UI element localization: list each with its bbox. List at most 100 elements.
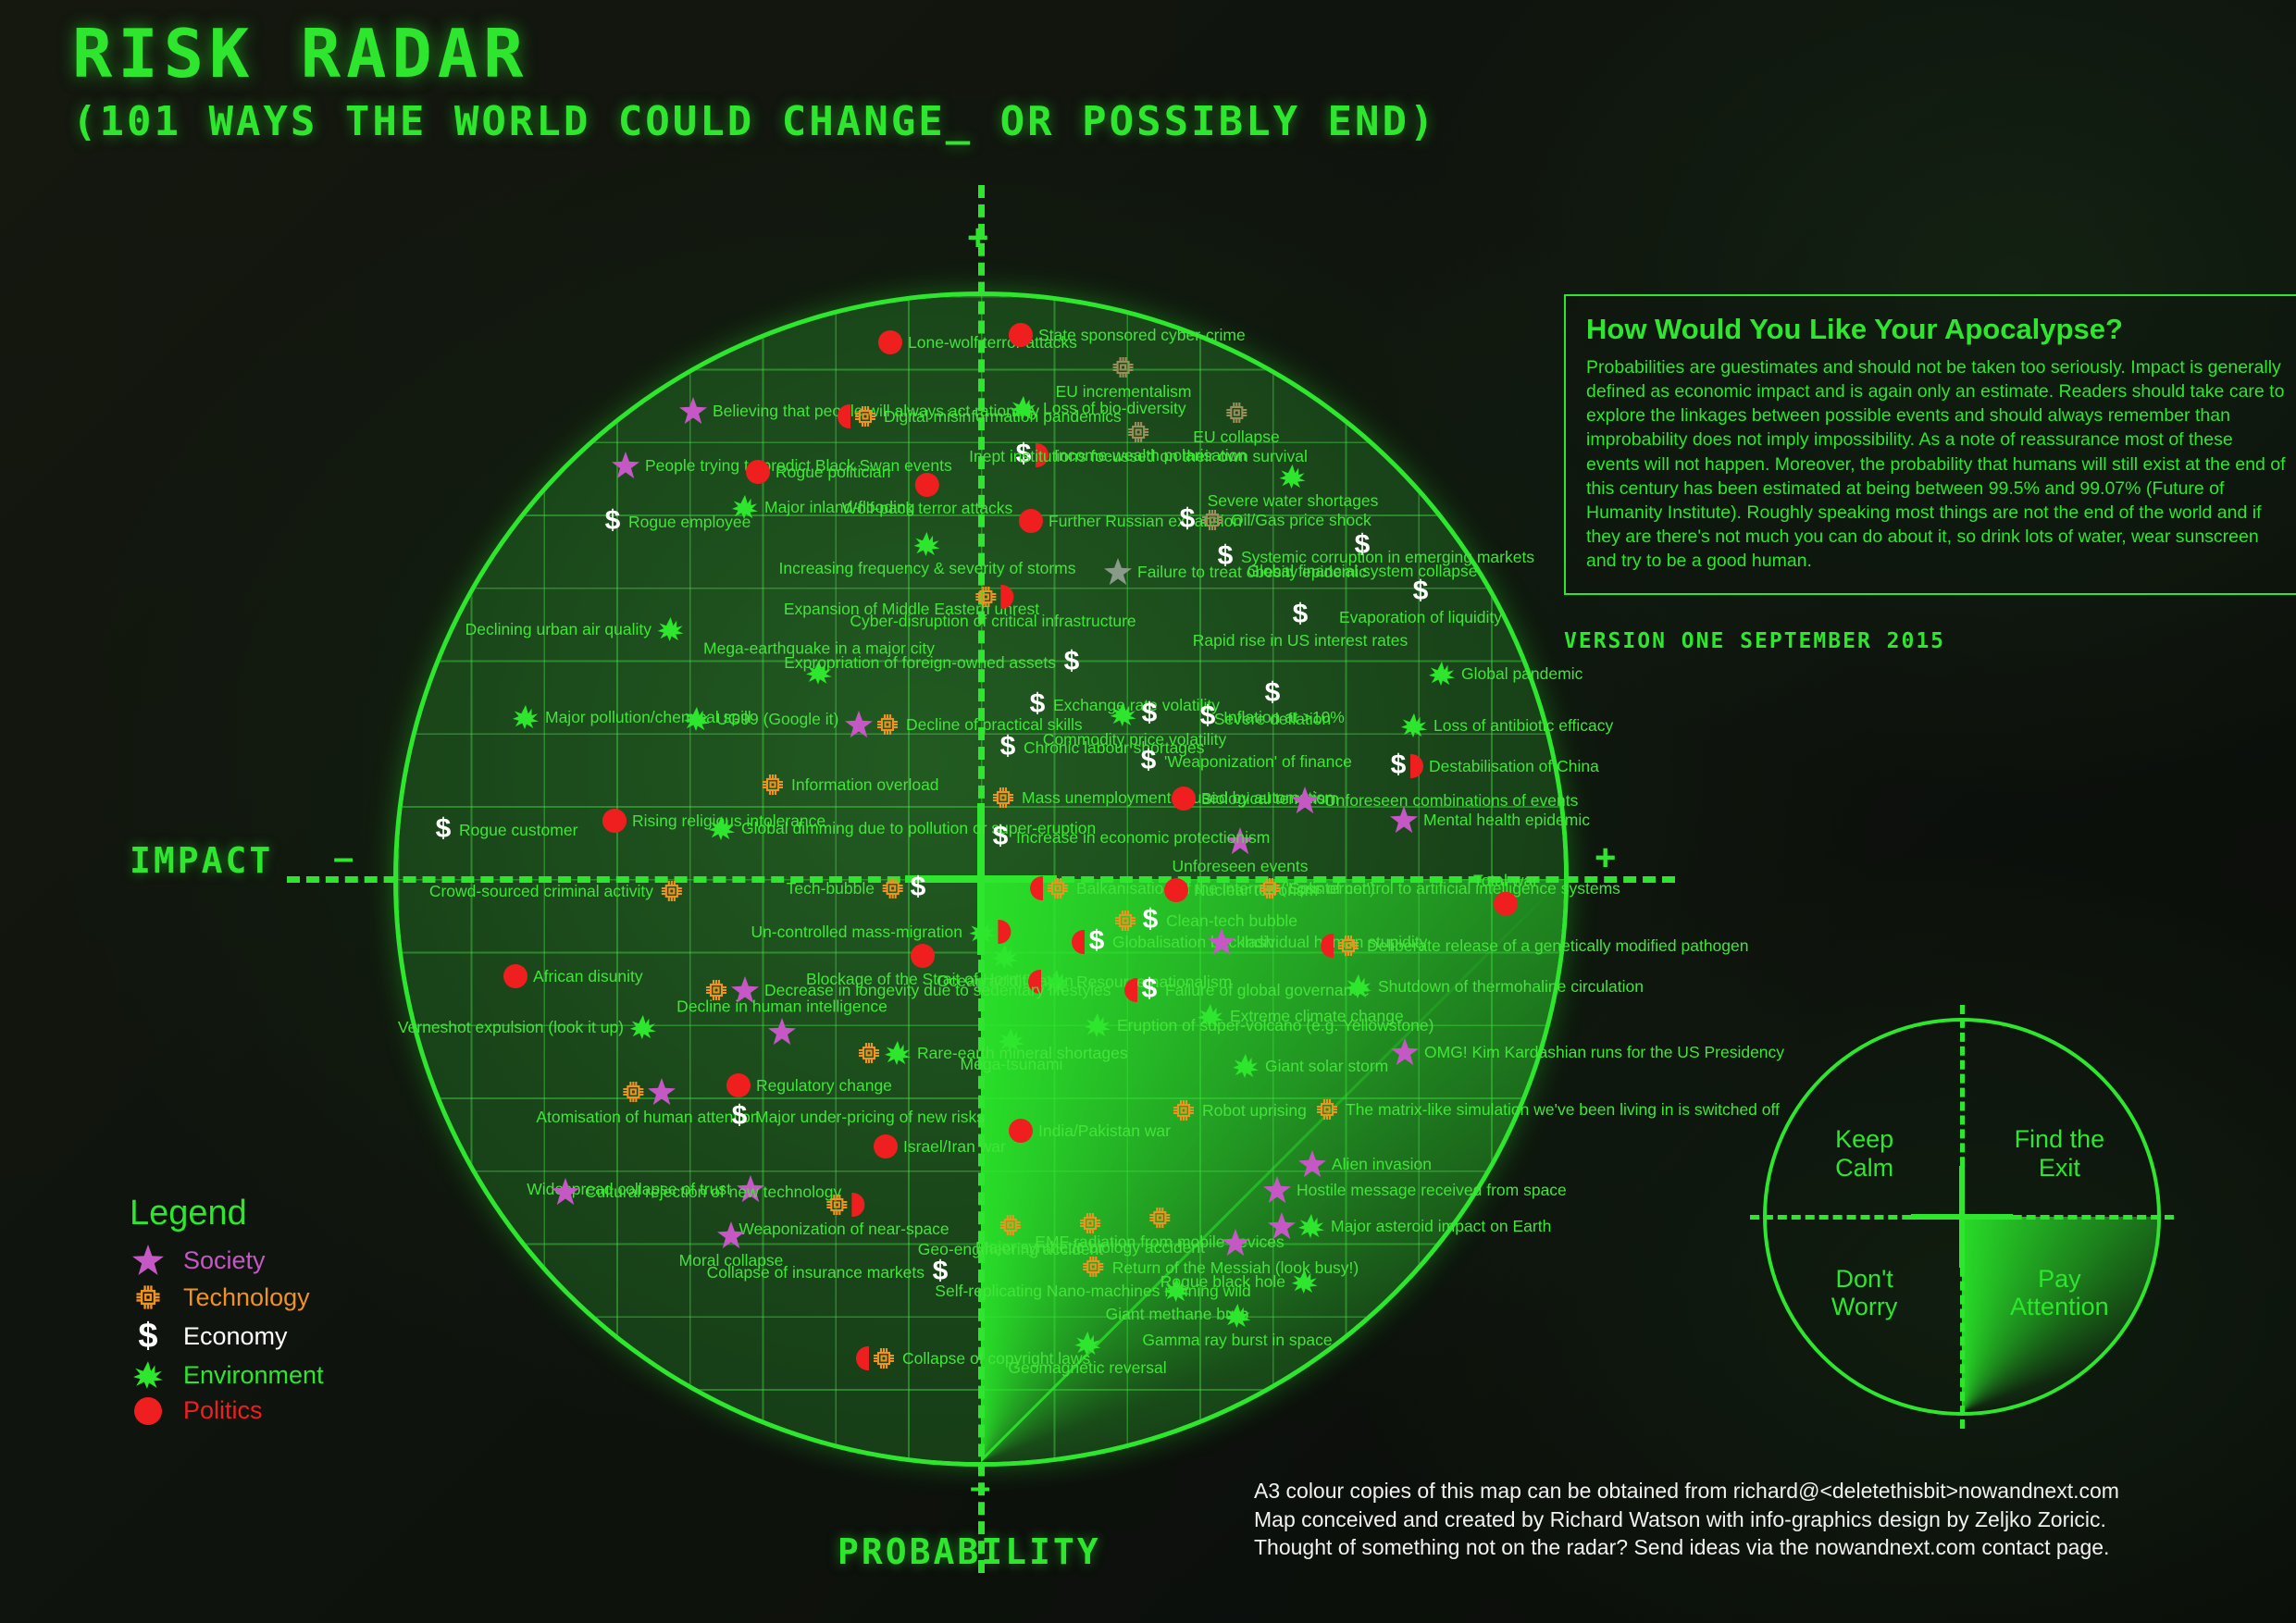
risk-node-marker (878, 330, 902, 354)
risk-node: Increasing frequency & severity of storm… (778, 531, 1076, 577)
legend-item-label: Politics (183, 1396, 263, 1424)
page-title: RISK RADAR (72, 15, 529, 93)
risk-node-label: Loss of bio-diversity (1043, 398, 1186, 417)
risk-node-marker (1172, 787, 1196, 811)
risk-node: Regulatory change (726, 1073, 892, 1097)
risk-node-marker: $ (1063, 646, 1080, 676)
risk-node-marker (1400, 712, 1428, 738)
risk-node-marker (1391, 1038, 1419, 1066)
risk-node: Loss of control to artificial intelligen… (1257, 875, 1620, 901)
risk-node-label: Expropriation of foreign-owned assets (784, 652, 1056, 672)
risk-node: State sponsored cyber-crime (1009, 323, 1246, 347)
credits-line-2: Map conceived and created by Richard Wat… (1254, 1506, 2106, 1531)
risk-node-label: Atomisation of human attention (536, 1108, 760, 1126)
risk-node-marker: $ (1199, 700, 1216, 731)
risk-node-label: Oil/Gas price shock (1231, 510, 1371, 529)
risk-node: Verneshot expulsion (look it up) (398, 1014, 657, 1040)
risk-node-label: The matrix-like simulation we've been li… (1346, 1099, 1780, 1119)
risk-node-marker (726, 1073, 751, 1097)
risk-node-marker (1084, 1012, 1111, 1038)
risk-node-marker (1171, 1097, 1197, 1123)
risk-node-label: UG99 (Google it) (716, 709, 839, 728)
credits-line-1: A3 colour copies of this map can be obta… (1254, 1479, 2119, 1503)
risk-node-marker (1291, 1269, 1319, 1295)
impact-axis-label: IMPACT (130, 840, 274, 881)
probability-minus-sign: – (970, 1467, 991, 1507)
risk-node: $ Destabilisation of China (1388, 751, 1599, 780)
risk-node-marker (824, 1192, 864, 1218)
risk-node: $ Inflation at >10% (1198, 700, 1345, 731)
risk-node-label: Failure of global governance (1165, 980, 1370, 999)
risk-node: Loss of antibiotic efficacy (1400, 712, 1613, 738)
page-subtitle: (101 WAYS THE WORLD COULD CHANGE_ OR POS… (72, 98, 1437, 145)
risk-node-label: Alien invasion (1332, 1154, 1432, 1173)
risk-node: Loss of bio-diversity (1010, 395, 1186, 421)
risk-node-marker: $ (1110, 700, 1160, 728)
risk-node-marker (1298, 1150, 1326, 1178)
risk-node-label: Loss of antibiotic efficacy (1433, 715, 1614, 735)
risk-node: $ Expropriation of foreign-owned assets (784, 646, 1082, 676)
risk-node-label: Israel/Iran war (903, 1136, 1006, 1156)
legend-item-label: Society (183, 1245, 266, 1274)
legend: Legend Society Technology $ Economy Environ… (130, 1194, 324, 1431)
version-label: VERSION ONE SEPTEMBER 2015 (1564, 629, 1946, 653)
risk-node: Crowd-sourced criminal activity (429, 878, 685, 904)
risk-node: $ Major under-pricing of new risks (729, 1102, 985, 1131)
risk-node-marker: $ (604, 505, 621, 536)
risk-node: Information overload (760, 772, 939, 798)
risk-node-marker (657, 616, 685, 642)
risk-node: $ Evaporation of liquidity (1339, 577, 1502, 627)
risk-node: African disunity (503, 964, 643, 988)
risk-node-label: Declining urban air quality (465, 619, 652, 638)
risk-node-label: Rare-earth mineral shortages (917, 1043, 1128, 1062)
risk-node-marker (512, 704, 540, 730)
risk-node-marker (731, 494, 759, 520)
impact-plus-sign: + (1595, 837, 1617, 878)
risk-node: $ 'Weaponization' of finance (1138, 747, 1352, 775)
risk-node-label: India/Pakistan war (1038, 1121, 1171, 1140)
risk-node-marker (910, 944, 935, 968)
risk-node: Cyber-disruption of critical infrastruct… (850, 584, 1136, 630)
risk-node-label: Destabilisation of China (1429, 756, 1599, 775)
risk-node-label: Rogue customer (459, 820, 578, 839)
risk-node-marker (1494, 892, 1518, 916)
risk-node-marker (552, 1178, 579, 1206)
risk-node-marker (838, 403, 878, 429)
risk-node-label: Verneshot expulsion (look it up) (397, 1017, 624, 1036)
risk-node: Geo-engineering accident (918, 1212, 1103, 1258)
risk-node-marker (1009, 323, 1033, 347)
risk-node: $ Tech-bubble (787, 873, 928, 902)
risk-node-label: Collapse of copyright laws (902, 1348, 1091, 1368)
risk-node: Rare-earth mineral shortages (856, 1040, 1128, 1066)
risk-node: Major inland-flooding (731, 494, 914, 520)
risk-node-marker (914, 473, 939, 497)
risk-node-label: Information overload (791, 774, 939, 794)
risk-node-marker (1010, 395, 1037, 421)
risk-node-marker (1030, 875, 1071, 901)
risk-node-label: Robot uprising (1202, 1100, 1307, 1120)
risk-node-label: Increasing frequency & severity of storm… (778, 559, 1076, 577)
risk-node-marker (1104, 558, 1132, 586)
risk-node-label: Major inland-flooding (764, 497, 915, 516)
risk-node-marker: $ (1124, 975, 1160, 1004)
risk-node: $ Failure of global governance (1124, 975, 1370, 1004)
risk-node-marker (1125, 419, 1151, 445)
legend-item-economy: $ Economy (130, 1319, 324, 1354)
risk-node: Total war (1473, 872, 1538, 916)
risk-node-label: Total war (1472, 871, 1539, 890)
impact-minus-sign: – (333, 837, 354, 878)
risk-node-marker: $ (1217, 540, 1234, 571)
risk-node-marker: $ (880, 873, 928, 902)
risk-node-label: Inflation at >10% (1223, 707, 1345, 726)
risk-node-marker (612, 452, 639, 479)
risk-node-marker (1019, 509, 1043, 533)
risk-node-marker (659, 878, 685, 904)
risk-node-label: Cyber-disruption of critical infrastruct… (850, 612, 1136, 630)
star-icon (130, 1245, 167, 1276)
risk-node-label: Global pandemic (1461, 663, 1583, 683)
credits-line-3: Thought of something not on the radar? S… (1254, 1535, 2110, 1560)
legend-item-environment: Environment (130, 1360, 324, 1390)
risk-node-marker (1232, 1053, 1260, 1079)
risk-node-marker (1009, 1119, 1033, 1143)
info-box-body: Probabilities are guestimates and should… (1586, 357, 2286, 571)
